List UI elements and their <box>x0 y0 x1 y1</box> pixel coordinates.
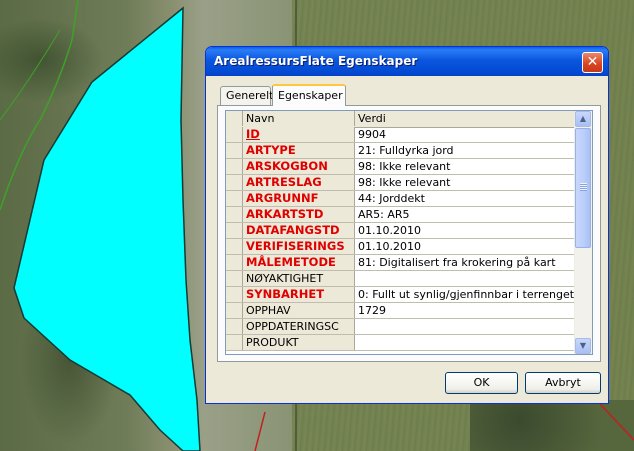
row-selector[interactable] <box>226 159 243 174</box>
map-red-line-2 <box>599 403 634 441</box>
field-value[interactable]: 01.10.2010 <box>355 239 579 254</box>
grip-icon <box>580 183 587 191</box>
header-row-selector <box>226 111 243 126</box>
table-row[interactable]: NØYAKTIGHET <box>226 271 576 287</box>
close-icon: ✕ <box>586 54 599 70</box>
scroll-thumb[interactable] <box>575 128 591 248</box>
property-grid: Navn Verdi ID 9904 ARTYPE 21: Fulldyrka … <box>225 110 593 355</box>
field-name: ARSKOGBON <box>243 159 355 174</box>
row-selector[interactable] <box>226 143 243 158</box>
field-value[interactable]: 9904 <box>355 127 579 142</box>
field-name: DATAFANGSTD <box>243 223 355 238</box>
field-name: OPPHAV <box>243 303 355 318</box>
field-name: NØYAKTIGHET <box>243 271 355 286</box>
field-value[interactable]: 98: Ikke relevant <box>355 159 579 174</box>
field-value[interactable]: 1729 <box>355 303 579 318</box>
field-name: SYNBARHET <box>243 287 355 302</box>
field-value[interactable] <box>355 335 579 350</box>
row-selector[interactable] <box>226 287 243 302</box>
table-row[interactable]: PRODUKT <box>226 335 576 351</box>
grid-header: Navn Verdi <box>226 111 576 128</box>
table-row[interactable]: ARTYPE 21: Fulldyrka jord <box>226 143 576 159</box>
table-row[interactable]: ARSKOGBON 98: Ikke relevant <box>226 159 576 175</box>
tab-egenskaper[interactable]: Egenskaper <box>272 84 346 106</box>
column-header-verdi[interactable]: Verdi <box>355 111 576 126</box>
column-header-navn[interactable]: Navn <box>243 111 355 126</box>
field-name: ARTRESLAG <box>243 175 355 190</box>
ok-button[interactable]: OK <box>445 372 518 394</box>
field-name: PRODUKT <box>243 335 355 350</box>
field-value[interactable]: AR5: AR5 <box>355 207 579 222</box>
field-name: ARTYPE <box>243 143 355 158</box>
table-row[interactable]: OPPDATERINGSC <box>226 319 576 335</box>
map-boundary-line-2 <box>0 29 61 121</box>
row-selector[interactable] <box>226 271 243 286</box>
dialog-titlebar[interactable]: ArealressursFlate Egenskaper ✕ <box>206 47 608 76</box>
dialog-title: ArealressursFlate Egenskaper <box>214 54 418 68</box>
arrow-down-icon: ▼ <box>579 341 587 350</box>
field-value[interactable]: 21: Fulldyrka jord <box>355 143 579 158</box>
table-row[interactable]: ID 9904 <box>226 127 576 143</box>
field-value[interactable]: 81: Digitalisert fra krokering på kart <box>355 255 579 270</box>
field-value[interactable]: 44: Jorddekt <box>355 191 579 206</box>
tab-panel-egenskaper: Navn Verdi ID 9904 ARTYPE 21: Fulldyrka … <box>217 105 601 362</box>
table-row[interactable]: ARTRESLAG 98: Ikke relevant <box>226 175 576 191</box>
row-selector[interactable] <box>226 239 243 254</box>
row-selector[interactable] <box>226 223 243 238</box>
field-value[interactable]: 0: Fullt ut synlig/gjenfinnbar i terreng… <box>355 287 579 302</box>
row-selector[interactable] <box>226 319 243 334</box>
row-selector[interactable] <box>226 207 243 222</box>
selected-polygon <box>13 6 201 451</box>
close-button[interactable]: ✕ <box>582 52 603 73</box>
table-row[interactable]: DATAFANGSTD 01.10.2010 <box>226 223 576 239</box>
tab-generelt[interactable]: Generelt <box>220 86 273 105</box>
vertical-scrollbar[interactable]: ▲ ▼ <box>574 111 592 354</box>
field-value[interactable]: 01.10.2010 <box>355 223 579 238</box>
table-row[interactable]: ARGRUNNF 44: Jorddekt <box>226 191 576 207</box>
field-name: ID <box>243 127 355 142</box>
row-selector[interactable] <box>226 175 243 190</box>
row-selector[interactable] <box>226 255 243 270</box>
field-name: ARKARTSTD <box>243 207 355 222</box>
map-red-line <box>254 411 266 451</box>
table-row[interactable]: OPPHAV 1729 <box>226 303 576 319</box>
field-value[interactable]: 98: Ikke relevant <box>355 175 579 190</box>
row-selector[interactable] <box>226 335 243 350</box>
cancel-button[interactable]: Avbryt <box>525 372 601 394</box>
field-name: VERIFISERINGS <box>243 239 355 254</box>
field-value[interactable] <box>355 319 579 334</box>
table-row[interactable]: VERIFISERINGS 01.10.2010 <box>226 239 576 255</box>
field-value[interactable] <box>355 271 579 286</box>
arrow-up-icon: ▲ <box>579 114 587 123</box>
row-selector[interactable] <box>226 191 243 206</box>
table-row[interactable]: SYNBARHET 0: Fullt ut synlig/gjenfinnbar… <box>226 287 576 303</box>
field-name: OPPDATERINGSC <box>243 319 355 334</box>
field-name: MÅLEMETODE <box>243 255 355 270</box>
row-selector[interactable] <box>226 303 243 318</box>
table-row[interactable]: MÅLEMETODE 81: Digitalisert fra krokerin… <box>226 255 576 271</box>
table-row[interactable]: ARKARTSTD AR5: AR5 <box>226 207 576 223</box>
field-name: ARGRUNNF <box>243 191 355 206</box>
row-selector[interactable] <box>226 127 243 142</box>
scroll-up-button[interactable]: ▲ <box>575 111 591 127</box>
properties-dialog: ArealressursFlate Egenskaper ✕ Generelt … <box>205 46 609 404</box>
grid-rows: ID 9904 ARTYPE 21: Fulldyrka jord ARSKOG… <box>226 127 576 351</box>
scroll-down-button[interactable]: ▼ <box>575 338 591 354</box>
